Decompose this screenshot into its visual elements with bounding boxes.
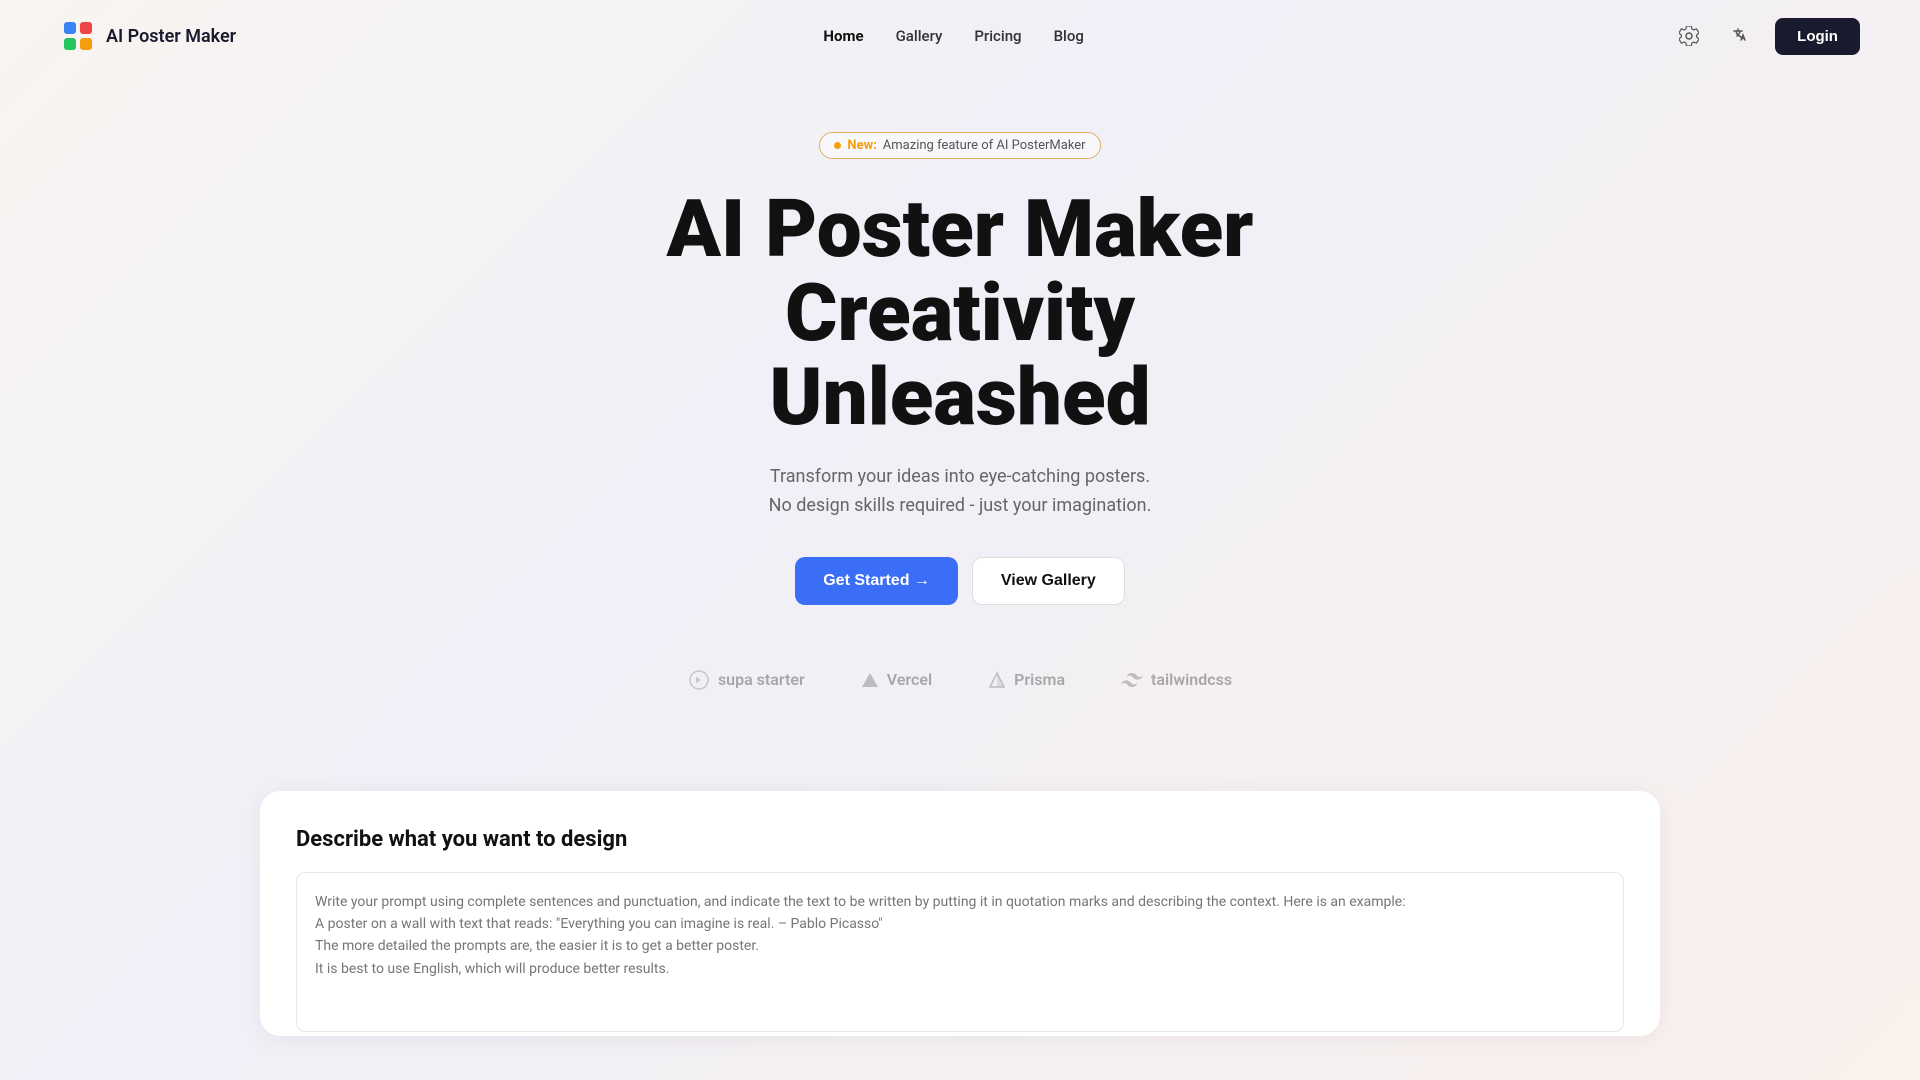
nav-blog[interactable]: Blog <box>1054 27 1084 45</box>
view-gallery-button[interactable]: View Gallery <box>972 557 1125 605</box>
new-badge: New: Amazing feature of AI PosterMaker <box>819 132 1100 159</box>
translate-icon <box>1731 26 1751 46</box>
vercel-icon <box>861 671 879 689</box>
tailwind-icon <box>1121 673 1143 687</box>
design-section: Describe what you want to design <box>260 791 1660 1036</box>
login-button[interactable]: Login <box>1775 18 1860 55</box>
subtitle-line2: No design skills required - just your im… <box>769 495 1152 516</box>
nav-pricing[interactable]: Pricing <box>974 27 1021 45</box>
logo-prisma: Prisma <box>988 670 1065 689</box>
nav-gallery[interactable]: Gallery <box>896 27 943 45</box>
hero-title: AI Poster Maker Creativity Unleashed <box>667 187 1254 439</box>
badge-text: Amazing feature of AI PosterMaker <box>883 138 1086 153</box>
get-started-button[interactable]: Get Started → <box>795 557 958 605</box>
hero-title-line2: Creativity <box>785 266 1135 360</box>
design-section-title: Describe what you want to design <box>296 827 1624 852</box>
brand-logo[interactable]: AI Poster Maker <box>60 18 236 54</box>
logo-supastarter: supa starter <box>688 669 805 691</box>
hero-section: New: Amazing feature of AI PosterMaker A… <box>0 72 1920 771</box>
subtitle-line1: Transform your ideas into eye-catching p… <box>770 466 1150 487</box>
settings-icon-button[interactable] <box>1671 18 1707 54</box>
badge-dot <box>834 142 841 149</box>
prisma-icon <box>988 671 1006 689</box>
hero-subtitle: Transform your ideas into eye-catching p… <box>769 463 1152 521</box>
nav-home[interactable]: Home <box>823 27 863 45</box>
navbar-right: Login <box>1671 18 1860 55</box>
hero-title-line1: AI Poster Maker <box>667 182 1254 276</box>
logo-icon <box>60 18 96 54</box>
logo-strip: supa starter Vercel Prisma tailwindcss <box>688 669 1232 731</box>
badge-new-label: New: <box>847 138 876 153</box>
prompt-textarea[interactable] <box>296 872 1624 1032</box>
supastarter-icon <box>688 669 710 691</box>
hero-title-line3: Unleashed <box>769 350 1150 444</box>
nav-links: Home Gallery Pricing Blog <box>823 27 1083 45</box>
navbar: AI Poster Maker Home Gallery Pricing Blo… <box>0 0 1920 72</box>
hero-buttons: Get Started → View Gallery <box>795 557 1125 605</box>
logo-vercel: Vercel <box>861 670 932 689</box>
brand-name: AI Poster Maker <box>106 26 236 47</box>
translate-icon-button[interactable] <box>1723 18 1759 54</box>
logo-tailwindcss: tailwindcss <box>1121 670 1232 689</box>
settings-icon <box>1679 26 1699 46</box>
